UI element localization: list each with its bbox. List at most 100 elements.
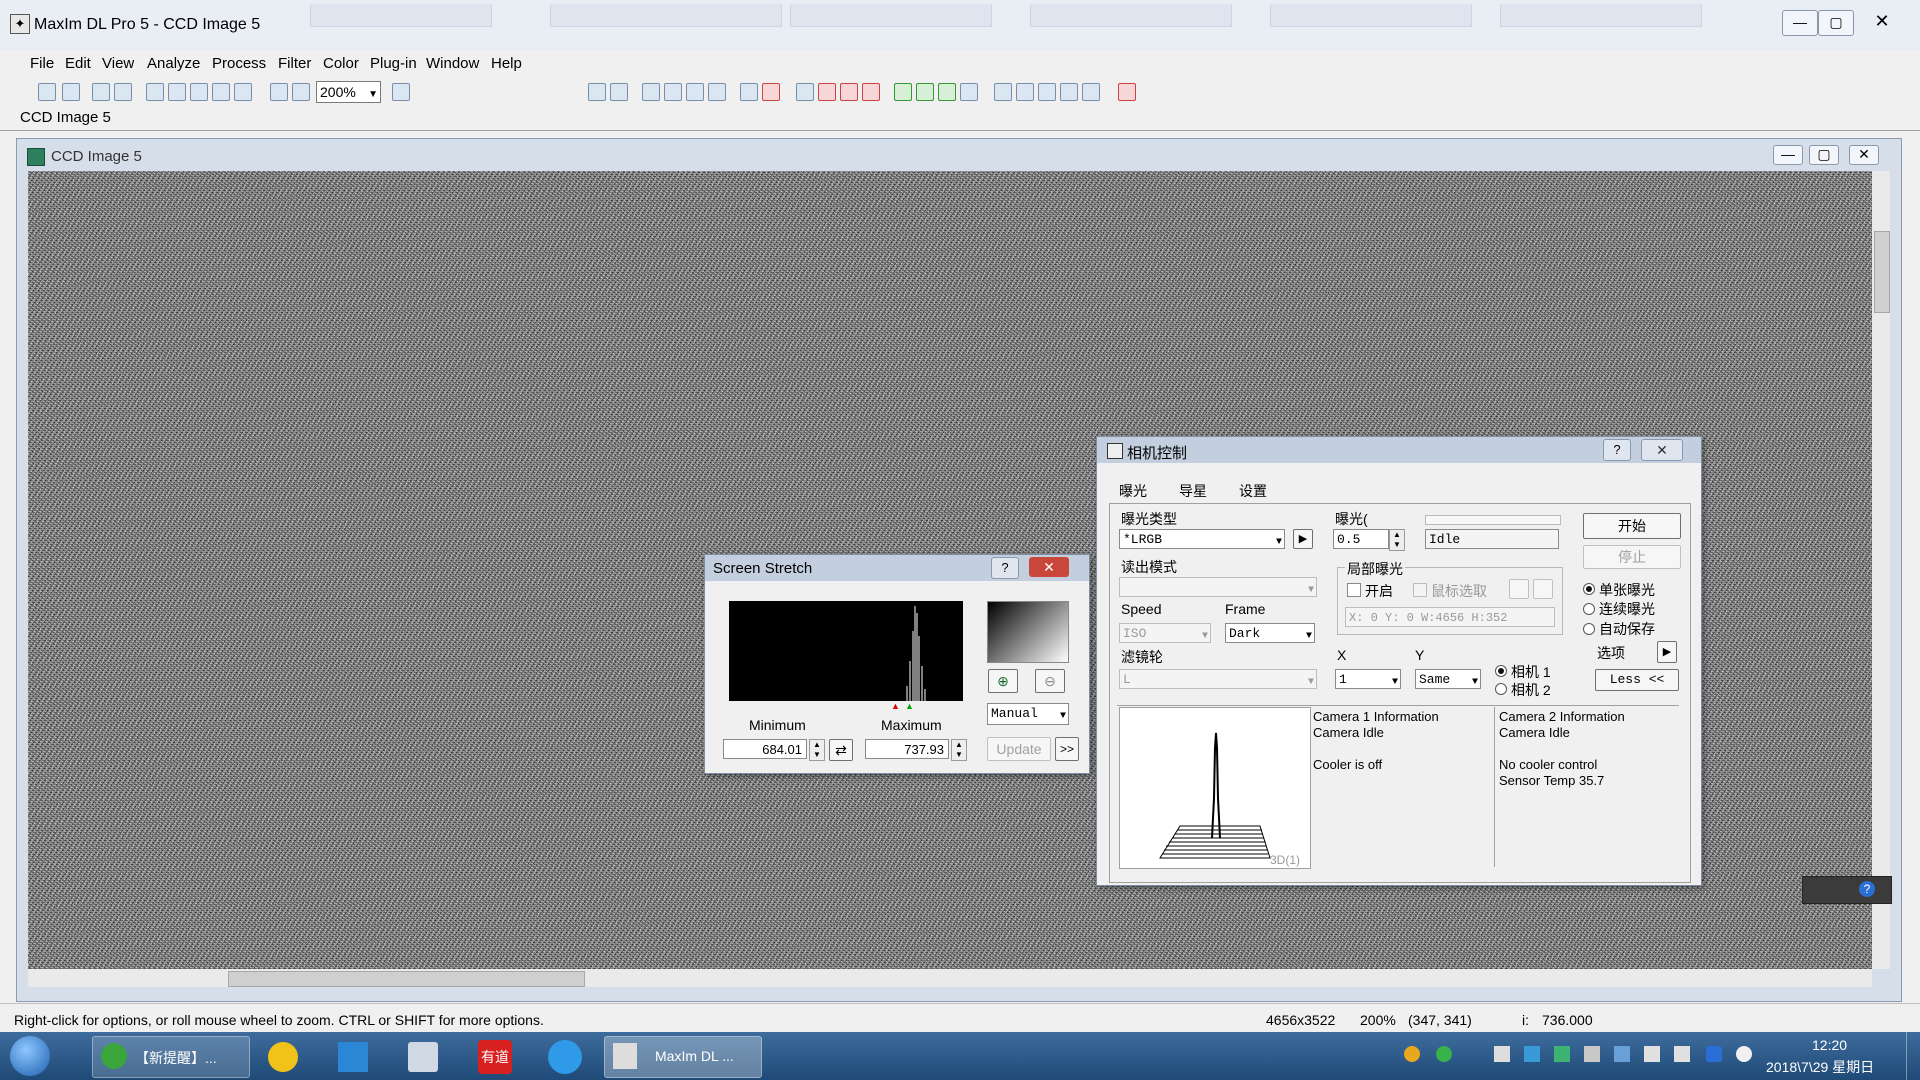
tool-icon[interactable]	[862, 83, 880, 101]
print-icon[interactable]	[212, 83, 230, 101]
redo-icon[interactable]	[114, 83, 132, 101]
min-marker[interactable]: ▲	[891, 701, 900, 711]
tool-icon[interactable]	[796, 83, 814, 101]
horizontal-scroll-thumb[interactable]	[228, 971, 585, 987]
minimum-input[interactable]: 684.01	[723, 739, 807, 759]
help-button[interactable]: ?	[991, 557, 1019, 579]
language-bar[interactable]: ?	[1802, 876, 1892, 904]
youdao-icon[interactable]: 有道	[478, 1040, 512, 1074]
tray-icon[interactable]	[1524, 1046, 1540, 1062]
play-icon[interactable]: ▶	[1293, 529, 1313, 549]
clock-time[interactable]: 12:20	[1812, 1037, 1847, 1053]
continuous-exposure-radio[interactable]	[1583, 603, 1595, 615]
menu-window[interactable]: Window	[426, 55, 479, 72]
crosshair-red-icon[interactable]	[762, 83, 780, 101]
menu-help[interactable]: Help	[491, 55, 522, 72]
start-button[interactable]	[10, 1036, 50, 1076]
tool-icon[interactable]	[818, 83, 836, 101]
subframe-tool-icon[interactable]	[1509, 579, 1529, 599]
tool-icon[interactable]	[1118, 83, 1136, 101]
tab-settings[interactable]: 设置	[1239, 481, 1267, 501]
y-binning-select[interactable]: Same ▼	[1415, 669, 1481, 689]
zoom-out-icon[interactable]	[292, 83, 310, 101]
tool-icon[interactable]	[1060, 83, 1078, 101]
tab-exposure[interactable]: 曝光	[1119, 481, 1147, 503]
tray-icon[interactable]	[1436, 1046, 1452, 1062]
zoom-select[interactable]: 200% ▼	[316, 81, 381, 103]
view-fit-icon[interactable]	[168, 83, 186, 101]
background-tab[interactable]	[550, 4, 782, 27]
maximum-spinner[interactable]: ▲ ▼	[951, 739, 967, 761]
histogram[interactable]	[729, 601, 963, 701]
camera2-radio[interactable]	[1495, 683, 1507, 695]
x-binning-select[interactable]: 1 ▼	[1335, 669, 1401, 689]
options-arrow-icon[interactable]: ▶	[1657, 641, 1677, 663]
stop-button[interactable]: 停止	[1583, 545, 1681, 569]
filter-wheel-select[interactable]: L ▼	[1119, 669, 1317, 689]
undo-icon[interactable]	[92, 83, 110, 101]
tab-ccd-image-5[interactable]: CCD Image 5	[20, 109, 111, 126]
minimize-button[interactable]: —	[1782, 10, 1818, 36]
star-3d-plot[interactable]: 3D(1)	[1119, 707, 1311, 869]
app-icon[interactable]	[268, 1042, 298, 1072]
background-tab[interactable]	[1500, 4, 1702, 27]
start-button[interactable]: 开始	[1583, 513, 1681, 539]
help-icon[interactable]: ?	[1859, 881, 1875, 897]
stop-icon[interactable]	[840, 83, 858, 101]
crosshair-icon[interactable]	[190, 83, 208, 101]
less-button[interactable]: Less <<	[1595, 669, 1679, 691]
context-help-icon[interactable]	[392, 83, 410, 101]
close-button[interactable]: ✕	[1860, 10, 1904, 34]
show-desktop-button[interactable]	[1906, 1032, 1920, 1080]
save-icon[interactable]	[62, 83, 80, 101]
exposure-spinner[interactable]: ▲ ▼	[1389, 529, 1405, 551]
tray-icon[interactable]	[1404, 1046, 1420, 1062]
background-tab[interactable]	[1270, 4, 1472, 27]
menu-process[interactable]: Process	[212, 55, 266, 72]
tool-icon[interactable]	[1038, 83, 1056, 101]
zoom-in-icon[interactable]	[270, 83, 288, 101]
clock-date[interactable]: 2018\7\29 星期日	[1766, 1057, 1874, 1077]
frame-select[interactable]: Dark ▼	[1225, 623, 1315, 643]
messenger-icon[interactable]	[338, 1042, 368, 1072]
horizontal-scrollbar[interactable]	[28, 969, 1872, 987]
menu-plugin[interactable]: Plug-in	[370, 55, 417, 72]
tray-icon[interactable]	[1614, 1046, 1630, 1062]
exposure-input[interactable]: 0.5	[1333, 529, 1389, 549]
tray-icon[interactable]	[1736, 1046, 1752, 1062]
vertical-scroll-thumb[interactable]	[1874, 231, 1890, 313]
menu-view[interactable]: View	[102, 55, 134, 72]
child-minimize-button[interactable]: —	[1773, 145, 1803, 165]
tool-icon[interactable]	[994, 83, 1012, 101]
menu-file[interactable]: File	[30, 55, 54, 72]
zoom-in-icon[interactable]: ⊕	[988, 669, 1018, 693]
camera1-radio[interactable]	[1495, 665, 1507, 677]
tool-icon[interactable]	[916, 83, 934, 101]
tool-icon[interactable]	[708, 83, 726, 101]
tool-icon[interactable]	[610, 83, 628, 101]
tray-icon[interactable]	[1584, 1046, 1600, 1062]
minimum-spinner[interactable]: ▲ ▼	[809, 739, 825, 761]
view-image-icon[interactable]	[146, 83, 164, 101]
tool-icon[interactable]	[1016, 83, 1034, 101]
copy-icon[interactable]	[234, 83, 252, 101]
tool-icon[interactable]	[686, 83, 704, 101]
tool-icon[interactable]	[642, 83, 660, 101]
autosave-radio[interactable]	[1583, 623, 1595, 635]
maximize-button[interactable]: ▢	[1818, 10, 1854, 36]
background-tab[interactable]	[790, 4, 992, 27]
help-button[interactable]: ?	[1603, 439, 1631, 461]
max-marker[interactable]: ▲	[905, 701, 914, 711]
tool-icon[interactable]	[664, 83, 682, 101]
tool-icon[interactable]	[1082, 83, 1100, 101]
network-icon[interactable]	[1674, 1046, 1690, 1062]
swap-icon[interactable]: ⇄	[829, 739, 853, 761]
speed-select[interactable]: ISO ▼	[1119, 623, 1211, 643]
mouse-select-checkbox[interactable]	[1413, 583, 1427, 597]
menu-filter[interactable]: Filter	[278, 55, 311, 72]
tray-icon[interactable]	[1554, 1046, 1570, 1062]
volume-icon[interactable]	[1494, 1046, 1510, 1062]
app-icon[interactable]	[408, 1042, 438, 1072]
maximum-input[interactable]: 737.93	[865, 739, 949, 759]
tool-icon[interactable]	[588, 83, 606, 101]
